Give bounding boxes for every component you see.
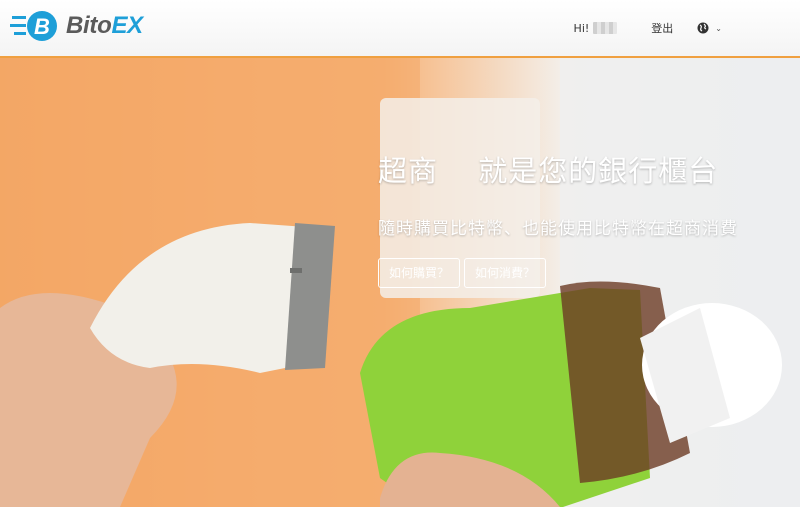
svg-text:B: B [34,14,50,39]
how-to-buy-button[interactable]: 如何購買？ [378,258,461,288]
brand-logo[interactable]: B BitoEX [10,6,143,46]
hero-headline: 超商 就是您的銀行櫃台 [378,154,719,188]
hero-subline: 隨時購買比特幣、也能使用比特幣在超商消費 [378,219,738,239]
user-greeting[interactable]: Hi! [574,22,618,35]
brand-name: BitoEX [66,12,143,40]
top-navbar: B BitoEX Hi! 登出 ⌄ [0,0,800,58]
chevron-down-icon: ⌄ [715,23,722,33]
greeting-text: Hi! [573,21,590,35]
nav-right: Hi! 登出 ⌄ [574,0,722,56]
masked-username [593,22,618,34]
hero-banner: 超商 就是您的銀行櫃台 隨時購買比特幣、也能使用比特幣在超商消費 如何購買？ 如… [0,58,800,507]
brand-name-part2: EX [111,12,143,39]
globe-icon [697,22,709,34]
hero-content: 超商 就是您的銀行櫃台 隨時購買比特幣、也能使用比特幣在超商消費 如何購買？ 如… [378,148,778,288]
language-selector[interactable]: ⌄ [697,22,722,34]
hero-buttons: 如何購買？ 如何消費？ [378,258,778,288]
logout-link[interactable]: 登出 [651,20,673,36]
brand-name-part1: Bito [66,12,112,39]
bitoex-logo-icon: B [10,11,57,41]
how-to-spend-button[interactable]: 如何消費？ [464,258,547,288]
